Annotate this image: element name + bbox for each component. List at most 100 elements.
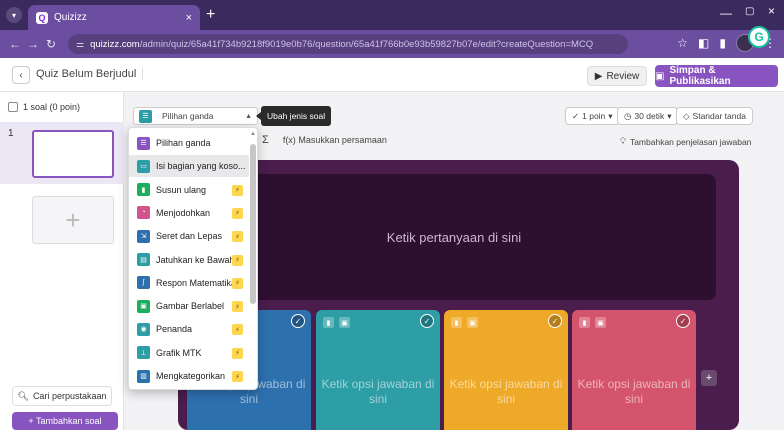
scroll-up-icon[interactable]: ▲ xyxy=(250,131,256,137)
browser-tab[interactable]: Q Quizizz × xyxy=(28,5,200,30)
publish-button[interactable]: ▣ Simpan & Publikasikan xyxy=(655,65,778,87)
match-icon: ◔ xyxy=(137,206,150,220)
dropdown-item[interactable]: ☰ Pilihan ganda xyxy=(129,132,249,154)
explanation-label: Tambahkan penjelasan jawaban xyxy=(629,136,752,147)
correct-answer-check-icon[interactable]: ✓ xyxy=(420,314,434,328)
points-select[interactable]: ✓ 1 poin ▾ xyxy=(565,107,620,125)
answer-option-2[interactable]: ▮ ▣ ✓ Ketik opsi jawaban di sini xyxy=(316,310,440,430)
dropdown-item-label: Susun ulang xyxy=(156,184,207,195)
insert-equation-button[interactable]: f(x) Masukkan persamaan xyxy=(283,135,387,145)
extensions-icon[interactable]: ◧ xyxy=(698,36,709,50)
address-bar: ← → ↻ ⚌ quizizz.com/admin/quiz/65a41f734… xyxy=(0,30,784,58)
dropdown-item-label: Grafik MTK xyxy=(156,347,202,358)
time-value: 30 detik xyxy=(634,111,665,121)
check-icon: ✓ xyxy=(572,110,580,121)
window-minimize-icon[interactable]: — xyxy=(720,6,732,20)
dropdown-item[interactable]: ⊥ Grafik MTK ⚡ xyxy=(129,342,249,364)
pro-badge-icon: ⚡ xyxy=(232,347,243,359)
correct-answer-check-icon[interactable]: ✓ xyxy=(548,314,562,328)
dropdown-item-label: Respon Matematika xyxy=(156,277,237,288)
tab-close-icon[interactable]: × xyxy=(186,12,192,24)
delete-icon[interactable]: ▮ xyxy=(579,317,590,328)
pro-badge-icon: ⚡ xyxy=(232,254,243,266)
dropdown-item[interactable]: ◔ Menjodohkan ⚡ xyxy=(129,202,249,224)
reload-icon[interactable]: ↻ xyxy=(42,37,60,51)
dropdown-item[interactable]: ◉ Penanda ⚡ xyxy=(129,318,249,340)
correct-answer-check-icon[interactable]: ✓ xyxy=(676,314,690,328)
add-slide-button[interactable]: + xyxy=(32,196,114,244)
tag-icon: ◇ xyxy=(683,110,690,121)
list-icon: ☰ xyxy=(137,136,150,150)
answer-option-4[interactable]: ▮ ▣ ✓ Ketik opsi jawaban di sini xyxy=(572,310,696,430)
standard-value: Standar tanda xyxy=(692,111,746,121)
dropdown-item[interactable]: ▣ Gambar Berlabel ⚡ xyxy=(129,295,249,317)
correct-answer-check-icon[interactable]: ✓ xyxy=(291,314,305,328)
dropdown-item[interactable]: ▤ Jatuhkan ke Bawah ⚡ xyxy=(129,249,249,271)
tooltip: Ubah jenis soal xyxy=(255,106,332,126)
delete-icon[interactable]: ▮ xyxy=(323,317,334,328)
points-value: 1 poin xyxy=(582,111,606,121)
question-placeholder: Ketik pertanyaan di sini xyxy=(386,229,522,245)
equation-label: Masukkan persamaan xyxy=(298,135,387,145)
dropdown-item-label: Pilihan ganda xyxy=(156,138,211,148)
back-arrow-icon[interactable]: ← xyxy=(6,37,24,51)
blank-icon: ▭ xyxy=(137,159,150,173)
question-count-label: 1 soal (0 poin) xyxy=(23,102,81,112)
add-option-button[interactable]: + xyxy=(701,370,717,386)
option-text[interactable]: Ketik opsi jawaban di sini xyxy=(444,377,568,407)
dropdown-item[interactable]: ∫ Respon Matematika ⚡ xyxy=(129,272,249,294)
option-tools: ▮ ▣ xyxy=(579,317,606,328)
sigma-icon[interactable]: Σ xyxy=(262,134,269,146)
bookmark-star-icon[interactable]: ☆ xyxy=(677,36,688,50)
question-thumbnail[interactable] xyxy=(32,130,114,178)
pro-badge-icon: ⚡ xyxy=(232,324,243,336)
search-library-button[interactable]: 🔍︎ Cari perpustakaan xyxy=(12,386,112,406)
tab-search-icon[interactable]: ▾ xyxy=(6,7,22,23)
option-text[interactable]: Ketik opsi jawaban di sini xyxy=(316,377,440,407)
dropdown-item[interactable]: ⇲ Seret dan Lepas ⚡ xyxy=(129,225,249,247)
image-icon[interactable]: ▣ xyxy=(339,317,350,328)
url-input[interactable]: ⚌ quizizz.com/admin/quiz/65a41f734b9218f… xyxy=(68,34,628,54)
time-select[interactable]: ◷ 30 detik ▾ xyxy=(617,107,679,125)
option-text[interactable]: Ketik opsi jawaban di sini xyxy=(572,377,696,407)
window-close-icon[interactable]: × xyxy=(768,4,775,18)
pro-badge-icon: ⚡ xyxy=(232,207,243,219)
new-tab-icon[interactable]: + xyxy=(206,6,215,24)
publish-label: Simpan & Publikasikan xyxy=(669,65,731,87)
list-icon: ☰ xyxy=(139,109,152,123)
caret-up-icon: ▲ xyxy=(245,112,252,120)
math-icon: ∫ xyxy=(137,276,150,290)
add-explanation-button[interactable]: 💡︎ Tambahkan penjelasan jawaban xyxy=(620,136,751,147)
dropdown-item[interactable]: ▭ Isi bagian yang koso... xyxy=(129,155,249,178)
select-all-checkbox[interactable] xyxy=(8,102,18,112)
delete-icon[interactable]: ▮ xyxy=(451,317,462,328)
forward-arrow-icon[interactable]: → xyxy=(24,37,42,51)
back-button[interactable]: ‹ xyxy=(12,66,30,84)
window-maximize-icon[interactable]: ▢ xyxy=(745,6,754,17)
question-type-select[interactable]: ☰ Pilihan ganda ▲ xyxy=(133,107,258,125)
standard-select[interactable]: ◇ Standar tanda xyxy=(676,107,753,125)
image-icon[interactable]: ▣ xyxy=(467,317,478,328)
answer-option-3[interactable]: ▮ ▣ ✓ Ketik opsi jawaban di sini xyxy=(444,310,568,430)
question-text-input[interactable]: Ketik pertanyaan di sini xyxy=(192,174,716,300)
side-panel-icon[interactable]: ▮ xyxy=(719,36,726,50)
quiz-title[interactable]: Quiz Belum Berjudul xyxy=(36,68,144,80)
image-icon[interactable]: ▣ xyxy=(595,317,606,328)
chevron-down-icon: ▾ xyxy=(608,110,613,121)
save-icon: ▣ xyxy=(655,70,665,82)
play-icon: ▶ xyxy=(594,70,603,82)
plus-icon: + xyxy=(705,372,713,384)
dropdown-item[interactable]: ▮ Susun ulang ⚡ xyxy=(129,179,249,201)
option-tools: ▮ ▣ xyxy=(451,317,478,328)
site-settings-icon[interactable]: ⚌ xyxy=(76,39,84,50)
pro-badge-icon: ⚡ xyxy=(232,231,243,243)
add-question-button[interactable]: + Tambahkan soal xyxy=(12,412,118,430)
plus-icon: + xyxy=(65,204,81,235)
review-button[interactable]: ▶ Review xyxy=(587,66,647,86)
dropdown-scrollbar[interactable] xyxy=(250,144,256,304)
url-host: quizizz.com xyxy=(90,38,140,50)
question-list-item[interactable]: 1 xyxy=(0,122,124,184)
function-icon: f(x) xyxy=(282,135,296,145)
grammarly-icon[interactable]: G xyxy=(748,26,770,48)
dropdown-item[interactable]: ▥ Mengkategorikan ⚡ xyxy=(129,365,249,387)
